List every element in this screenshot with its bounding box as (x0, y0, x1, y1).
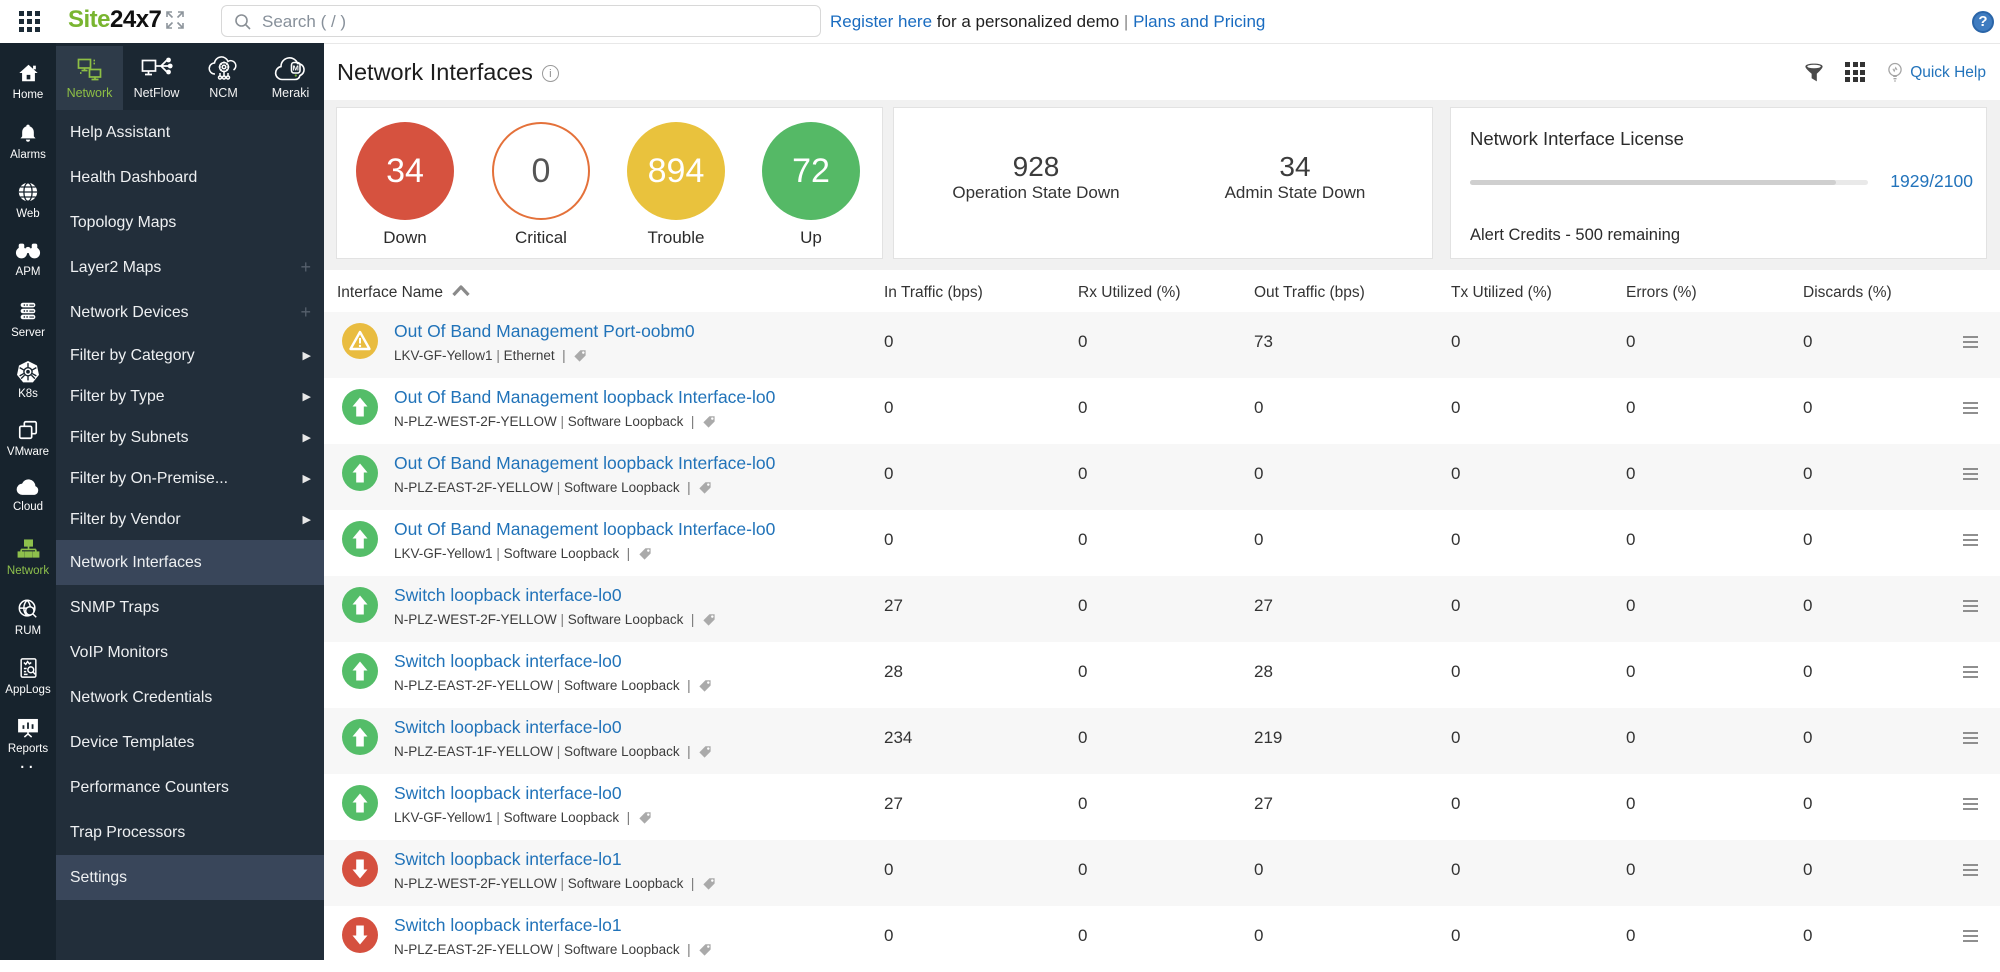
svg-text:M: M (292, 63, 298, 72)
